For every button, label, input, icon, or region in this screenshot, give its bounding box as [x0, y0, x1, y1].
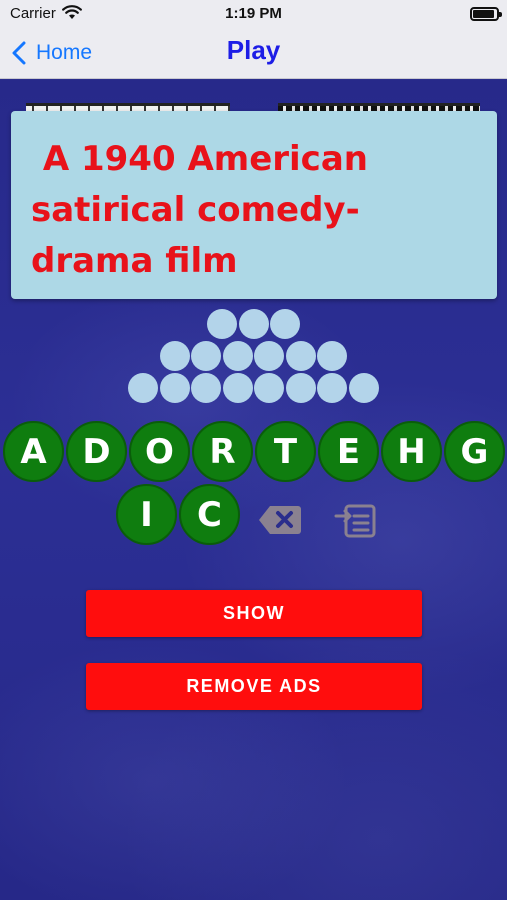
answer-slot[interactable]	[238, 309, 269, 339]
letter-tile[interactable]: A	[3, 421, 64, 482]
game-area: A 1940 American satirical comedy- drama …	[0, 80, 507, 900]
letter-tile[interactable]: T	[255, 421, 316, 482]
battery-icon	[470, 7, 502, 21]
answer-slot[interactable]	[254, 373, 285, 403]
answer-slot[interactable]	[159, 341, 190, 371]
letter-tile[interactable]: O	[129, 421, 190, 482]
letter-tile[interactable]: E	[318, 421, 379, 482]
answer-slot[interactable]	[206, 309, 237, 339]
show-button[interactable]: SHOW	[86, 590, 422, 637]
answer-slot[interactable]	[254, 341, 285, 371]
letter-tile[interactable]: D	[66, 421, 127, 482]
status-bar: Carrier 1:19 PM	[0, 0, 507, 28]
answer-slot[interactable]	[222, 373, 253, 403]
clock: 1:19 PM	[225, 5, 282, 22]
answer-slot[interactable]	[191, 341, 222, 371]
answer-word-1	[0, 309, 507, 339]
answer-word-3	[0, 373, 507, 403]
letter-tile[interactable]: H	[381, 421, 442, 482]
letter-row-2: IC	[116, 484, 242, 545]
delete-backspace-icon[interactable]	[258, 505, 302, 539]
answer-slot[interactable]	[127, 373, 158, 403]
navigation-bar: Home Play	[0, 28, 507, 79]
answer-slot[interactable]	[317, 341, 348, 371]
answer-slot[interactable]	[285, 373, 316, 403]
clue-text: A 1940 American satirical comedy- drama …	[31, 139, 368, 281]
page-title: Play	[226, 35, 281, 65]
letter-tile[interactable]: R	[192, 421, 253, 482]
answer-slot[interactable]	[222, 341, 253, 371]
answer-slot[interactable]	[317, 373, 348, 403]
answer-word-2	[0, 341, 507, 371]
letter-row-1: ADORTEHG	[3, 421, 507, 482]
answer-slot[interactable]	[270, 309, 301, 339]
answer-slot[interactable]	[191, 373, 222, 403]
remove-ads-button[interactable]: REMOVE ADS	[86, 663, 422, 710]
letter-tile[interactable]: I	[116, 484, 177, 545]
answer-slot[interactable]	[159, 373, 190, 403]
letter-tile[interactable]: G	[444, 421, 505, 482]
letter-tile[interactable]: C	[179, 484, 240, 545]
hint-insert-icon[interactable]	[334, 504, 376, 542]
clue-card: A 1940 American satirical comedy- drama …	[11, 111, 497, 299]
answer-slot[interactable]	[349, 373, 380, 403]
answer-slot[interactable]	[285, 341, 316, 371]
